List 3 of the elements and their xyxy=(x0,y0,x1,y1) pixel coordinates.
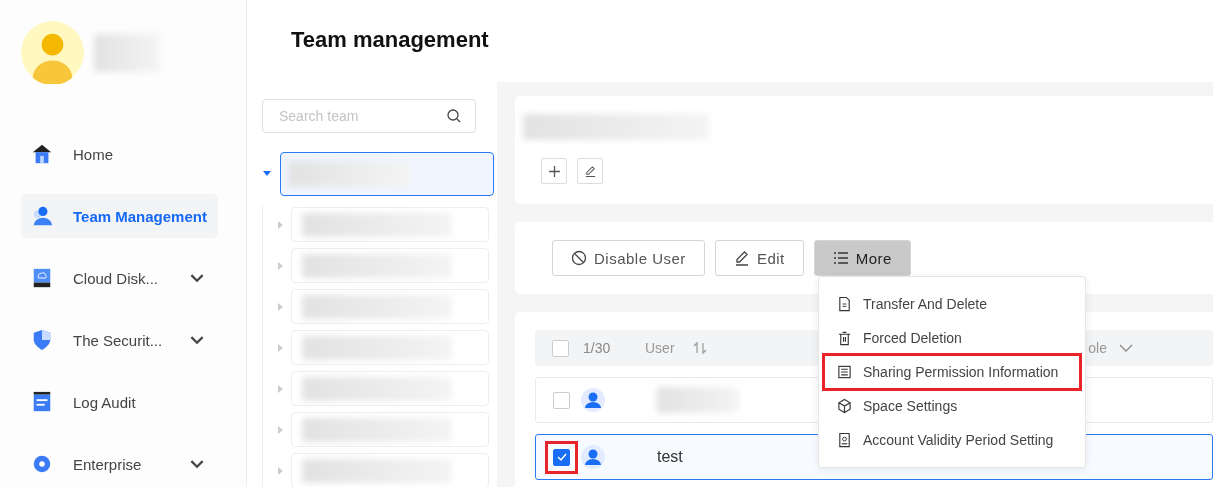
user-name: test xyxy=(657,448,683,466)
page-title: Team management xyxy=(291,27,490,53)
selection-count: 1/30 xyxy=(583,340,612,356)
